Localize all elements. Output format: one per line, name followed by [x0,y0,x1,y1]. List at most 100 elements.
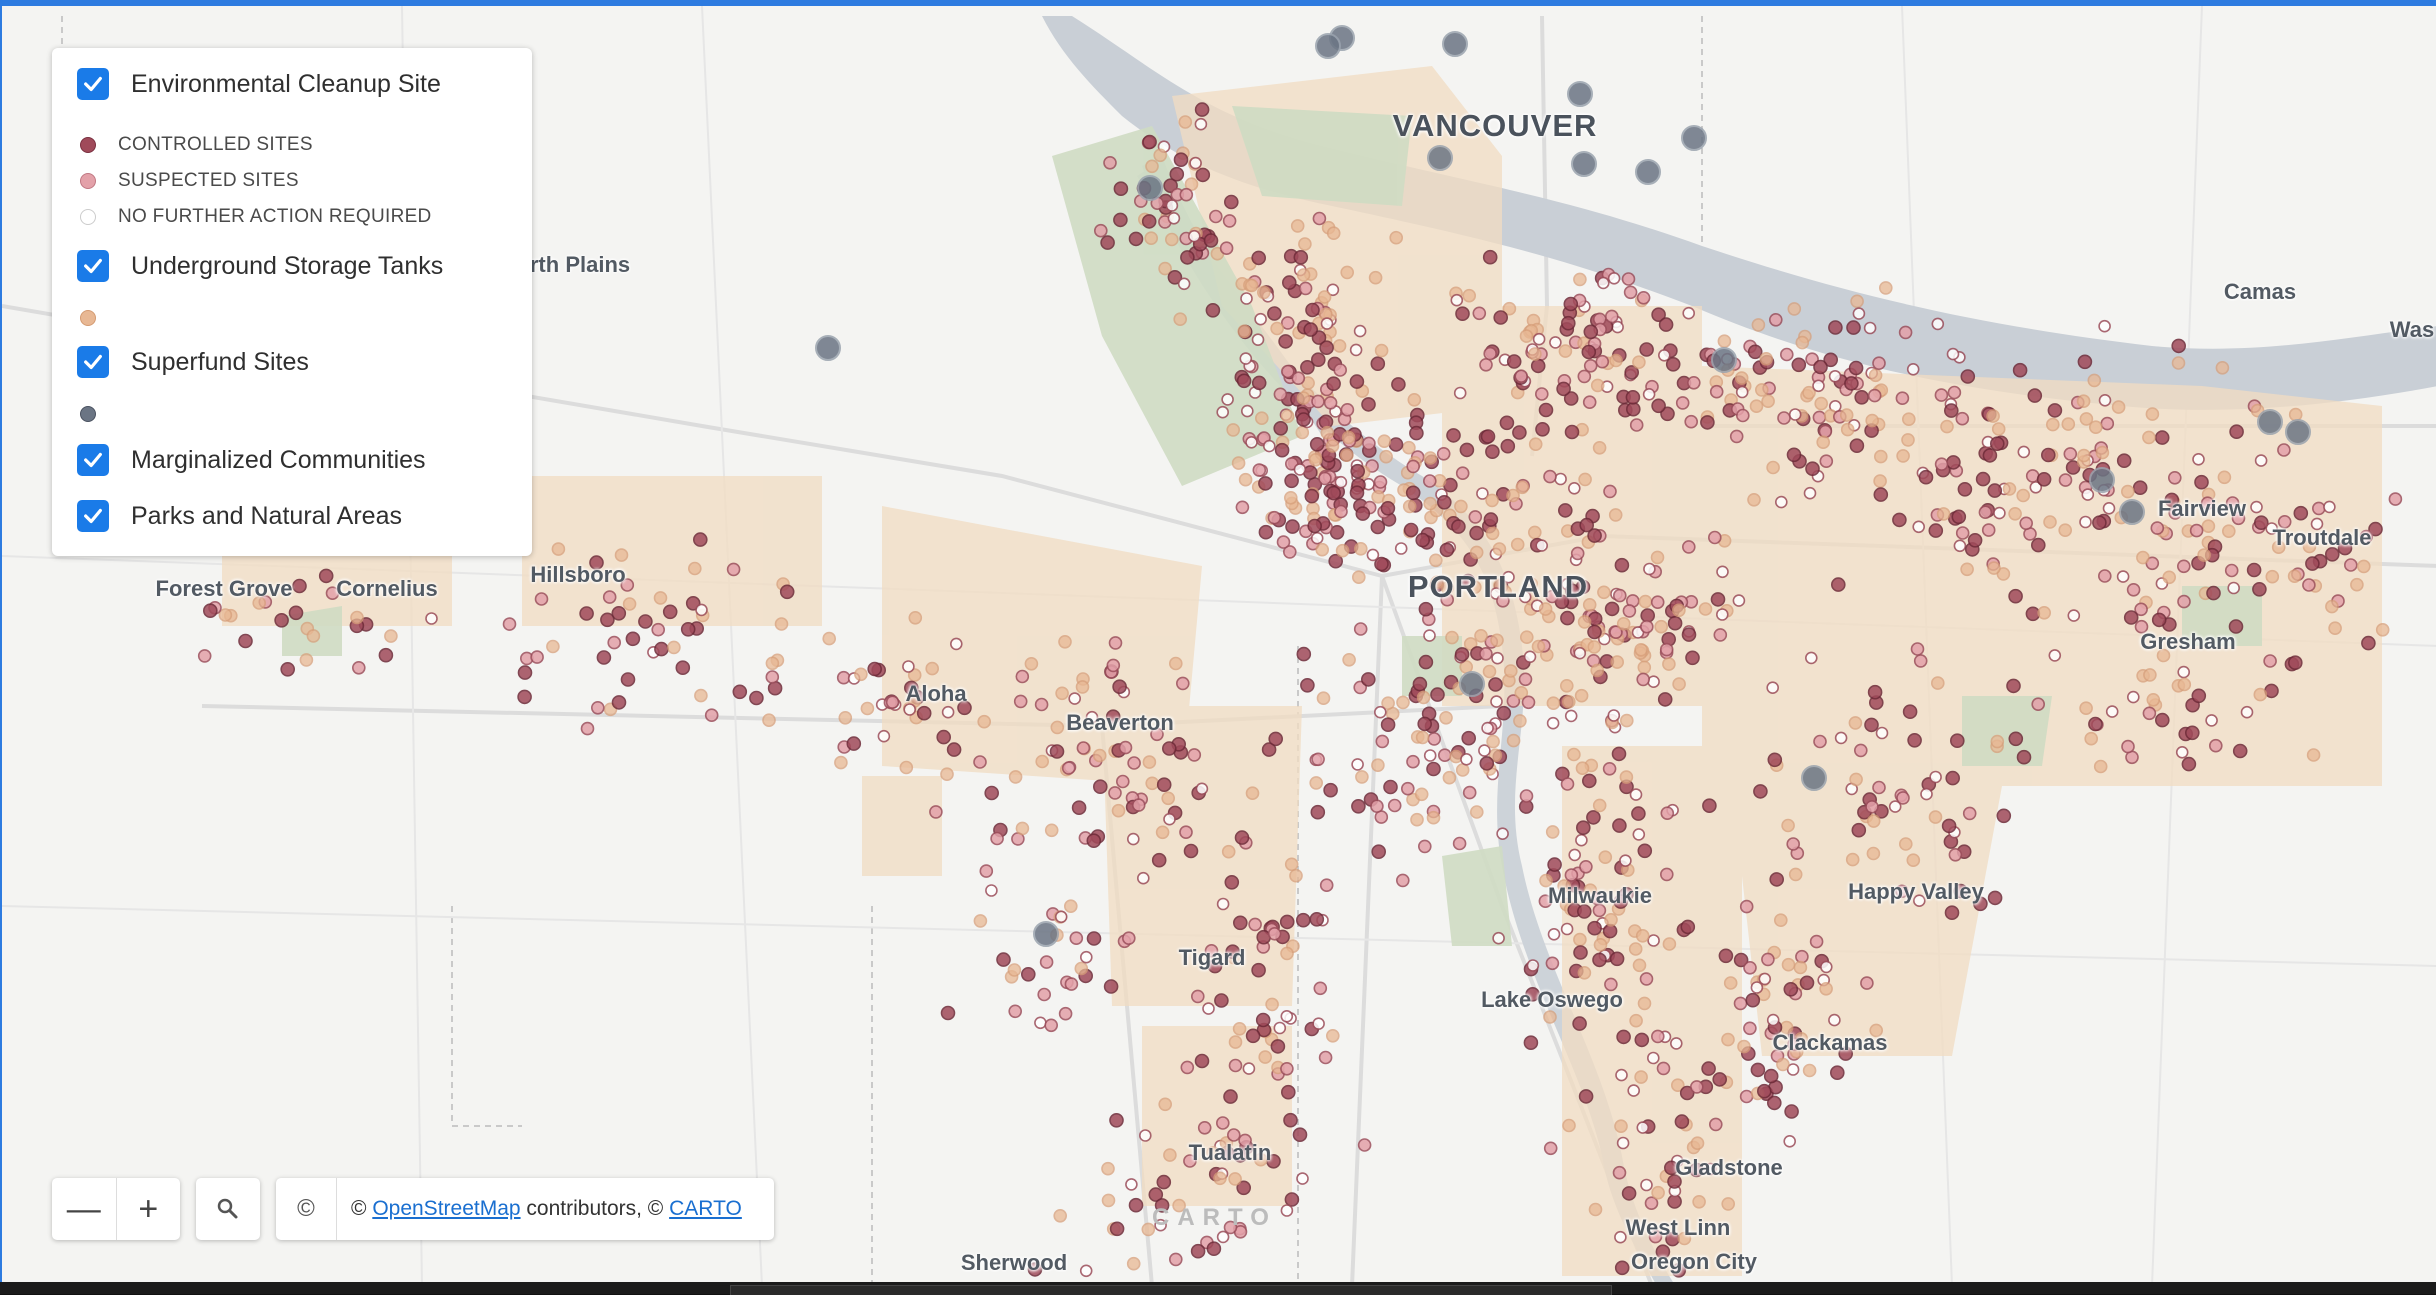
site-marker[interactable] [1532,332,1546,346]
site-marker[interactable] [1902,412,1916,427]
site-marker[interactable] [1747,492,1761,507]
site-marker[interactable] [1021,966,1036,982]
site-marker[interactable] [1866,846,1881,861]
layer-toggle-cleanup[interactable]: Environmental Cleanup Site [77,68,441,100]
site-marker[interactable] [2043,515,2057,529]
site-marker[interactable] [2222,524,2236,539]
site-marker[interactable] [1388,437,1404,452]
site-marker[interactable] [1209,209,1223,224]
site-marker[interactable] [1406,754,1420,769]
site-marker[interactable] [1414,787,1429,802]
site-marker[interactable] [1232,1021,1247,1036]
site-marker[interactable] [1075,680,1090,694]
site-marker[interactable] [1064,899,1078,914]
site-marker[interactable] [1258,476,1273,491]
site-marker[interactable] [1221,393,1234,406]
site-marker[interactable] [687,561,702,576]
site-marker[interactable] [1864,717,1879,733]
site-marker[interactable] [1315,542,1329,557]
site-marker[interactable] [2145,407,2160,421]
site-marker[interactable] [1901,433,1915,447]
site-marker[interactable] [1214,993,1229,1008]
site-marker[interactable] [2012,362,2028,378]
site-marker[interactable] [1486,734,1500,749]
site-marker[interactable] [1080,950,1093,964]
site-marker[interactable] [384,629,398,643]
site-marker[interactable] [1986,409,2000,423]
site-marker[interactable] [2027,388,2043,403]
site-marker[interactable] [1865,799,1879,814]
site-marker[interactable] [1944,905,1960,921]
site-marker[interactable] [1490,695,1503,708]
site-marker[interactable] [2151,612,2167,628]
site-marker[interactable] [1439,542,1455,558]
site-marker[interactable] [1222,214,1237,228]
site-marker[interactable] [1267,926,1282,941]
site-marker[interactable] [1828,320,1843,335]
site-marker[interactable] [1353,324,1367,338]
site-marker[interactable] [2079,701,2093,716]
superfund-marker[interactable] [1459,671,1485,697]
site-marker[interactable] [1831,577,1846,592]
site-marker[interactable] [1350,463,1365,479]
site-marker[interactable] [530,650,544,664]
site-marker[interactable] [2155,712,2170,728]
site-marker[interactable] [1092,748,1107,763]
site-marker[interactable] [1423,451,1438,465]
site-marker[interactable] [1602,923,1618,939]
site-marker[interactable] [774,617,789,631]
site-marker[interactable] [1163,1148,1177,1162]
site-marker[interactable] [1682,540,1696,554]
superfund-marker[interactable] [2257,409,2283,435]
superfund-marker[interactable] [2089,467,2115,493]
site-marker[interactable] [1125,1178,1138,1191]
site-marker[interactable] [611,695,627,710]
site-marker[interactable] [1410,812,1424,827]
site-marker[interactable] [1574,688,1589,703]
site-marker[interactable] [1795,335,1810,350]
site-marker[interactable] [1340,448,1354,463]
site-marker[interactable] [1279,914,1295,930]
site-marker[interactable] [1340,265,1354,280]
site-marker[interactable] [1898,325,1913,340]
site-marker[interactable] [1651,1029,1665,1044]
site-marker[interactable] [1255,1012,1271,1028]
site-marker[interactable] [1560,678,1574,693]
site-marker[interactable] [1597,276,1610,290]
site-marker[interactable] [1987,890,2003,906]
superfund-marker[interactable] [1711,347,1737,373]
site-marker[interactable] [1982,448,1998,463]
site-marker[interactable] [1604,601,1620,617]
site-marker[interactable] [1300,677,1315,693]
site-marker[interactable] [580,721,595,736]
site-marker[interactable] [1492,542,1507,556]
site-marker[interactable] [1743,1021,1757,1036]
site-marker[interactable] [1879,281,1893,295]
site-marker[interactable] [834,755,848,770]
site-marker[interactable] [1690,1080,1704,1094]
site-marker[interactable] [2253,687,2268,702]
site-marker[interactable] [1946,347,1960,361]
site-marker[interactable] [1126,1256,1141,1271]
superfund-marker[interactable] [1442,31,1468,57]
site-marker[interactable] [1637,996,1652,1011]
site-marker[interactable] [425,612,438,625]
site-marker[interactable] [2077,448,2091,463]
site-marker[interactable] [1379,449,1393,464]
site-marker[interactable] [1910,642,1925,656]
site-marker[interactable] [1786,447,1802,463]
site-marker[interactable] [1604,912,1618,927]
site-marker[interactable] [1799,975,1815,991]
site-marker[interactable] [1583,358,1598,373]
site-marker[interactable] [1251,250,1266,266]
site-marker[interactable] [1426,761,1441,777]
site-marker[interactable] [1573,945,1588,960]
site-marker[interactable] [546,639,560,654]
site-marker[interactable] [1528,437,1543,452]
site-marker[interactable] [1223,1089,1238,1104]
site-marker[interactable] [902,660,915,673]
site-marker[interactable] [1180,250,1195,265]
site-marker[interactable] [1813,734,1827,749]
site-marker[interactable] [2191,688,2207,704]
site-marker[interactable] [1086,833,1102,849]
